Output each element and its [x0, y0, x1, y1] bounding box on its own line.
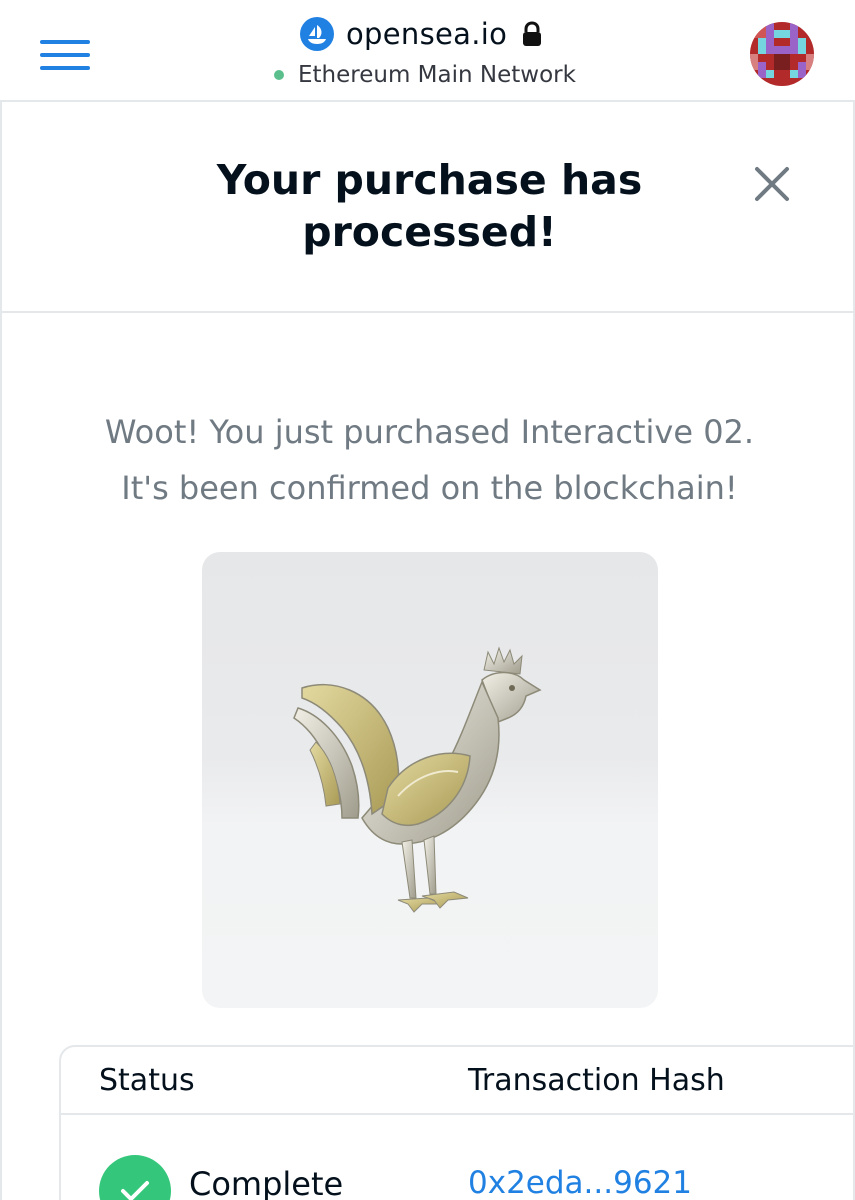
modal-title: Your purchase has processed!: [216, 156, 643, 256]
hamburger-menu-icon[interactable]: [40, 40, 90, 70]
check-icon: [99, 1155, 171, 1200]
site-domain: opensea.io: [346, 17, 508, 51]
transaction-table-header: Status Transaction Hash: [61, 1047, 855, 1115]
purchase-message-line-1: Woot! You just purchased Interactive 02.: [104, 413, 755, 451]
status-column-header: Status: [99, 1063, 195, 1098]
opensea-logo-icon: [300, 17, 334, 51]
status-value: Complete: [189, 1165, 344, 1200]
hash-column-header: Transaction Hash: [468, 1063, 725, 1098]
rooster-image[interactable]: [202, 552, 658, 1008]
lock-icon: [521, 21, 543, 47]
transaction-table: Status Transaction Hash Complete 0x2eda.…: [59, 1045, 855, 1200]
network-label: Ethereum Main Network: [298, 62, 576, 88]
network-indicator: Ethereum Main Network: [274, 60, 576, 90]
purchase-message-line-2: It's been confirmed on the blockchain!: [121, 469, 738, 507]
modal-header: Your purchase has processed!: [2, 102, 855, 313]
close-icon[interactable]: [752, 164, 792, 204]
avatar[interactable]: [750, 22, 814, 86]
purchase-modal: Your purchase has processed! Woot! You j…: [0, 102, 855, 1200]
site-identity: opensea.io: [300, 14, 543, 54]
purchase-message: Woot! You just purchased Interactive 02.…: [22, 404, 837, 516]
transaction-hash-link[interactable]: 0x2eda...9621: [468, 1165, 692, 1200]
browser-top-bar: opensea.io Ethereum Main Network: [0, 0, 855, 102]
network-status-dot: [274, 70, 284, 80]
